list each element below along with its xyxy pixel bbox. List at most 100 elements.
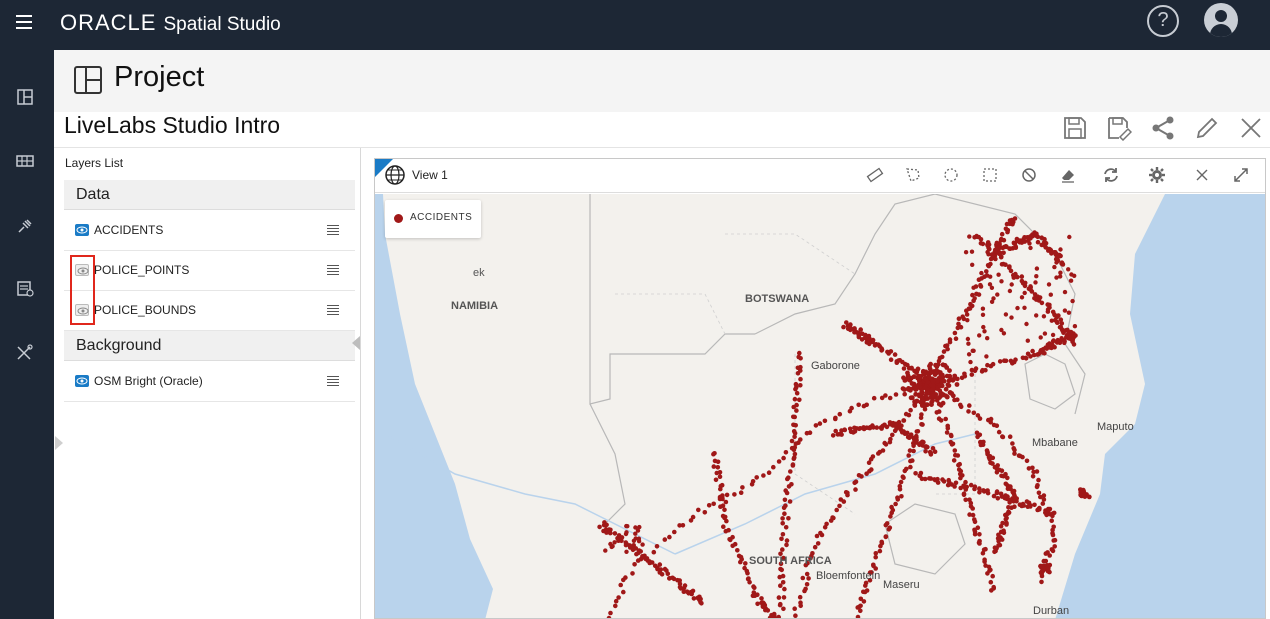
accident-point — [804, 582, 810, 587]
ruler-icon[interactable] — [866, 166, 884, 184]
accident-point — [782, 586, 787, 592]
group-header-background[interactable]: Background — [64, 331, 355, 361]
accident-point — [1072, 324, 1078, 329]
accident-point — [991, 296, 996, 301]
hamburger-menu-icon[interactable] — [16, 15, 32, 29]
lasso-select-icon[interactable] — [904, 166, 922, 184]
layer-menu-icon[interactable] — [327, 305, 339, 315]
accident-point — [1004, 522, 1009, 527]
close-icon[interactable] — [1238, 115, 1264, 141]
accident-point — [938, 418, 944, 423]
no-select-icon[interactable] — [1020, 166, 1038, 184]
eraser-icon[interactable] — [1059, 166, 1077, 184]
accident-point — [1025, 338, 1030, 343]
help-icon[interactable]: ? — [1147, 5, 1179, 37]
accident-point — [786, 484, 792, 489]
accident-point — [994, 423, 1000, 428]
accident-point — [1060, 262, 1066, 267]
accident-point — [1056, 339, 1061, 345]
accident-point — [759, 596, 764, 601]
save-as-icon[interactable] — [1106, 115, 1133, 142]
accident-point — [858, 608, 863, 614]
accident-point — [724, 492, 730, 498]
accident-point — [713, 477, 719, 483]
accident-point — [902, 468, 908, 474]
accident-point — [822, 418, 828, 424]
accident-point — [995, 496, 1001, 501]
accident-point — [1028, 284, 1033, 289]
circle-select-icon[interactable] — [942, 166, 960, 184]
accident-point — [933, 369, 939, 374]
expand-rail-arrow-icon[interactable] — [55, 436, 63, 450]
table-icon[interactable] — [15, 152, 35, 170]
accident-point — [618, 582, 623, 588]
accident-point — [651, 549, 657, 555]
accident-point — [907, 386, 913, 392]
close-icon[interactable] — [1193, 166, 1211, 184]
expand-icon[interactable] — [1232, 166, 1250, 184]
group-header-data[interactable]: Data — [64, 180, 355, 210]
share-icon[interactable] — [1150, 115, 1176, 141]
layer-row-accidents[interactable]: ACCIDENTS — [64, 211, 355, 251]
app-logo: ORACLE Spatial Studio — [60, 10, 281, 36]
accident-point — [792, 434, 797, 440]
tools-icon[interactable] — [15, 344, 35, 362]
accident-point — [908, 407, 913, 413]
layer-row-police-bounds[interactable]: POLICE_BOUNDS — [64, 291, 355, 331]
layer-menu-icon[interactable] — [327, 225, 339, 235]
accident-point — [828, 518, 834, 523]
accident-point — [1041, 493, 1047, 498]
accident-point — [980, 550, 986, 556]
accident-point — [935, 378, 940, 384]
accident-point — [1040, 563, 1045, 569]
accident-point — [1050, 532, 1056, 538]
map-label-bloemfontein: Bloemfontein — [816, 570, 880, 582]
dashboard-icon[interactable] — [15, 88, 35, 106]
accident-point — [937, 388, 943, 393]
visibility-toggle-eye-icon[interactable] — [75, 224, 89, 236]
layer-row-police-points[interactable]: POLICE_POINTS — [64, 251, 355, 291]
accident-point — [963, 497, 968, 503]
accident-point — [907, 448, 913, 453]
accident-point — [619, 538, 624, 544]
map-canvas[interactable]: NAMIBIA ek BOTSWANA Gaborone Maputo Mbab… — [375, 194, 1265, 619]
accident-point — [1034, 233, 1040, 239]
accident-point — [935, 476, 940, 482]
accident-point — [957, 471, 963, 477]
accident-point — [964, 312, 970, 317]
edit-icon[interactable] — [1194, 115, 1220, 141]
accident-point — [918, 470, 924, 476]
accident-point — [984, 354, 989, 359]
map-legend[interactable]: ACCIDENTS — [385, 200, 481, 238]
layer-menu-icon[interactable] — [327, 376, 339, 386]
accident-point — [721, 524, 726, 529]
layer-menu-icon[interactable] — [327, 265, 339, 275]
collapse-panel-arrow-icon[interactable] — [352, 336, 360, 350]
rectangle-select-icon[interactable] — [981, 166, 999, 184]
accident-point — [919, 422, 924, 427]
accident-point — [980, 306, 986, 311]
layer-row-osm-bright[interactable]: OSM Bright (Oracle) — [64, 362, 355, 402]
gear-icon[interactable] — [1148, 166, 1166, 184]
layer-name: OSM Bright (Oracle) — [94, 374, 203, 388]
accident-point — [874, 425, 880, 430]
plug-icon[interactable] — [15, 217, 35, 235]
user-avatar[interactable] — [1204, 3, 1238, 37]
refresh-icon[interactable] — [1102, 166, 1120, 184]
accident-point — [624, 541, 629, 547]
accident-point — [765, 608, 771, 613]
accident-point — [636, 550, 641, 556]
accident-point — [665, 571, 671, 576]
accident-point — [952, 448, 958, 453]
save-icon[interactable] — [1062, 115, 1088, 141]
accident-point — [628, 544, 633, 549]
accident-point — [640, 542, 645, 547]
accident-point — [988, 274, 993, 279]
accident-point — [966, 409, 971, 414]
accident-point — [782, 511, 787, 516]
accident-point — [1066, 267, 1071, 272]
project-name: LiveLabs Studio Intro — [64, 112, 281, 138]
dataset-list-icon[interactable] — [15, 280, 35, 298]
visibility-toggle-eye-icon[interactable] — [75, 375, 89, 387]
accident-point — [915, 429, 921, 434]
